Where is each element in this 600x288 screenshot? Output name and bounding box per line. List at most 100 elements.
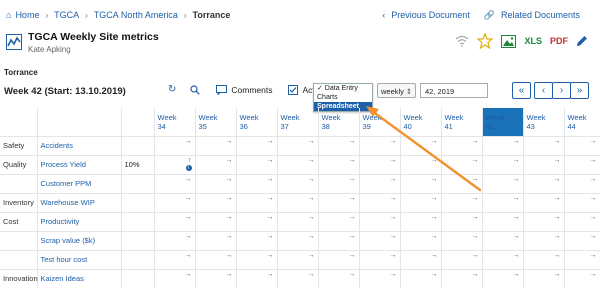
week-cell[interactable]: → [400,269,442,288]
week-cell[interactable]: → [318,212,360,232]
week-cell[interactable]: → [523,155,565,175]
week-header-36[interactable]: Week 36 [236,108,278,137]
week-cell[interactable]: → [482,250,524,270]
week-cell[interactable]: → [154,212,196,232]
view-option-data-entry[interactable]: ✓ Data Entry [314,84,372,93]
week-cell[interactable]: → [482,231,524,251]
week-cell[interactable]: → [236,212,278,232]
week-cell[interactable]: → [154,231,196,251]
week-cell[interactable]: → [400,136,442,156]
week-cell[interactable]: → [482,136,524,156]
week-cell[interactable]: → [277,250,319,270]
week-cell[interactable]: → [236,136,278,156]
row-metric-link[interactable]: Scrap value ($k) [37,231,122,251]
week-cell[interactable]: ↑ i [154,155,196,175]
week-cell[interactable]: → [195,250,237,270]
week-cell[interactable]: → [236,269,278,288]
week-cell[interactable]: → [236,174,278,194]
breadcrumb-home[interactable]: Home [15,10,39,20]
week-cell[interactable]: → [154,136,196,156]
week-cell[interactable]: → [359,269,401,288]
export-pdf-button[interactable]: PDF [550,36,568,46]
week-cell[interactable]: → [441,136,483,156]
edit-pencil-icon[interactable] [576,35,588,47]
related-documents-link[interactable]: 🔗 Related Documents [484,10,580,21]
row-metric-link[interactable]: Warehouse WIP [37,193,122,213]
week-cell[interactable]: → [359,136,401,156]
week-cell[interactable]: → [400,212,442,232]
first-page-button[interactable]: « [512,82,531,99]
week-cell[interactable]: → [359,193,401,213]
week-cell[interactable]: → [400,155,442,175]
row-metric-link[interactable]: Customer PPM [37,174,122,194]
week-cell[interactable]: → [564,136,600,156]
week-cell[interactable]: → [400,174,442,194]
week-header-34[interactable]: Week 34 [154,108,196,137]
refresh-icon[interactable]: ↻ [168,84,176,95]
week-cell[interactable]: → [441,250,483,270]
week-cell[interactable]: → [523,193,565,213]
week-header-39[interactable]: Week 39 [359,108,401,137]
week-cell[interactable]: → [277,155,319,175]
week-header-38[interactable]: Week 38 [318,108,360,137]
week-cell[interactable]: → [236,231,278,251]
week-cell[interactable]: → [195,155,237,175]
week-cell[interactable]: → [564,155,600,175]
next-page-button[interactable]: › [552,82,571,99]
week-cell[interactable]: → [359,155,401,175]
week-cell[interactable]: → [359,250,401,270]
row-metric-link[interactable]: Process Yield [37,155,122,175]
week-cell[interactable]: → [195,212,237,232]
week-cell[interactable]: → [564,193,600,213]
week-cell[interactable]: → [154,269,196,288]
week-cell[interactable]: → [359,212,401,232]
week-cell[interactable]: → [318,193,360,213]
favorite-star-icon[interactable] [477,33,494,49]
row-metric-link[interactable]: Productivity [37,212,122,232]
row-metric-link[interactable]: Kaizen Ideas [37,269,122,288]
week-cell[interactable]: → [236,155,278,175]
week-cell[interactable]: → [523,231,565,251]
row-metric-link[interactable]: Accidents [37,136,122,156]
comments-button[interactable]: Comments [231,85,272,95]
row-metric-link[interactable]: Test hour cost [37,250,122,270]
week-cell[interactable]: → [482,174,524,194]
week-header-35[interactable]: Week 35 [195,108,237,137]
week-cell[interactable]: → [482,193,524,213]
week-cell[interactable]: → [523,212,565,232]
export-xls-button[interactable]: XLS [524,36,542,46]
week-cell[interactable]: → [482,269,524,288]
week-cell[interactable]: → [564,250,600,270]
info-icon[interactable]: i [185,164,192,171]
week-cell[interactable]: → [359,174,401,194]
previous-document-link[interactable]: ‹ Previous Document [382,10,470,21]
week-cell[interactable]: → [441,155,483,175]
week-cell[interactable]: → [277,269,319,288]
week-cell[interactable]: → [154,250,196,270]
image-export-icon[interactable] [501,34,517,48]
breadcrumb-tgca[interactable]: TGCA [54,10,79,20]
week-cell[interactable]: → [318,231,360,251]
last-page-button[interactable]: » [570,82,589,99]
week-cell[interactable]: → [359,231,401,251]
week-cell[interactable]: → [318,136,360,156]
previous-page-button[interactable]: ‹ [534,82,553,99]
week-cell[interactable]: → [564,269,600,288]
week-cell[interactable]: → [564,231,600,251]
week-header-42[interactable]: Week 42 [482,108,524,137]
week-cell[interactable]: → [441,212,483,232]
week-cell[interactable]: → [154,174,196,194]
search-icon[interactable] [190,84,201,95]
week-cell[interactable]: → [195,269,237,288]
week-cell[interactable]: → [523,269,565,288]
period-type-select[interactable]: weekly ⇕ [377,83,416,98]
week-cell[interactable]: → [523,136,565,156]
week-cell[interactable]: → [236,193,278,213]
week-header-37[interactable]: Week 37 [277,108,319,137]
week-cell[interactable]: → [441,231,483,251]
week-cell[interactable]: → [564,212,600,232]
week-cell[interactable]: → [195,193,237,213]
week-header-40[interactable]: Week 40 [400,108,442,137]
week-cell[interactable]: → [564,174,600,194]
week-cell[interactable]: → [195,231,237,251]
